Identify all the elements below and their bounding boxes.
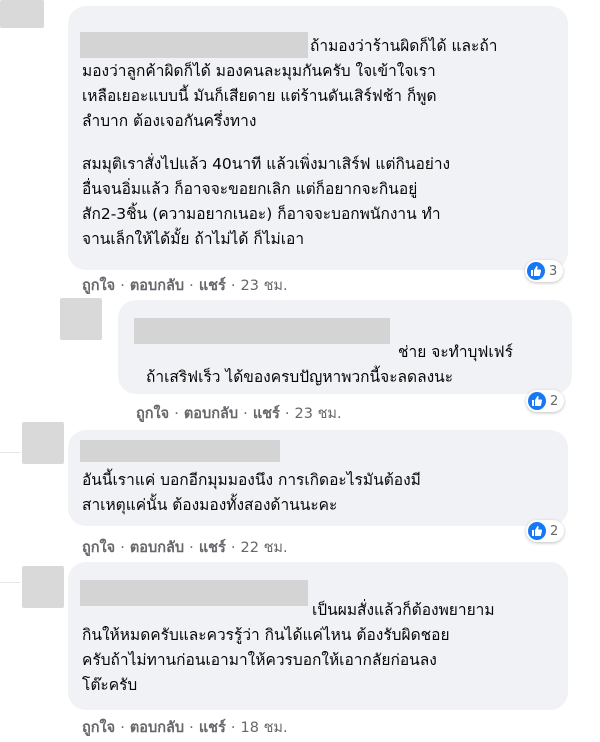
separator: · bbox=[189, 720, 194, 736]
share-link[interactable]: แชร์ bbox=[199, 720, 226, 736]
comment-text: ถ้ามองว่าร้านผิดก็ได้ และถ้า มองว่าลูกค้… bbox=[82, 37, 498, 130]
avatar[interactable] bbox=[60, 298, 102, 340]
reply-link[interactable]: ตอบกลับ bbox=[130, 278, 184, 294]
divider bbox=[0, 582, 20, 583]
reply-link[interactable]: ตอบกลับ bbox=[130, 720, 184, 736]
share-link[interactable]: แชร์ bbox=[253, 406, 280, 422]
reaction-count[interactable]: 2 bbox=[526, 520, 565, 542]
comment-actions: ถูกใจ · ตอบกลับ · แชร์ · 23 ชม. bbox=[136, 402, 342, 425]
separator: · bbox=[243, 406, 248, 422]
comment-text: เป็นผมสั่งแล้วก็ต้องพยายาม กินให้หมดครับ… bbox=[82, 601, 495, 694]
timestamp[interactable]: 22 ชม. bbox=[241, 540, 288, 556]
comment-text: สมมุติเราสั่งไปแล้ว 40นาที แล้วเพิ่งมาเส… bbox=[82, 155, 451, 248]
separator: · bbox=[120, 540, 125, 556]
comment-text: อันนี้เราแค่ บอกอีกมุมมองนึง การเกิดอะไร… bbox=[82, 471, 421, 514]
separator: · bbox=[230, 278, 236, 294]
like-link[interactable]: ถูกใจ bbox=[82, 720, 115, 736]
timestamp[interactable]: 23 ชม. bbox=[241, 278, 288, 294]
comment-actions: ถูกใจ · ตอบกลับ · แชร์ · 22 ชม. bbox=[82, 536, 288, 559]
reaction-number: 2 bbox=[550, 393, 559, 409]
divider bbox=[0, 452, 20, 453]
reply-link[interactable]: ตอบกลับ bbox=[184, 406, 238, 422]
separator: · bbox=[189, 278, 194, 294]
share-link[interactable]: แชร์ bbox=[199, 540, 226, 556]
separator: · bbox=[230, 720, 236, 736]
timestamp[interactable]: 18 ชม. bbox=[241, 720, 288, 736]
like-link[interactable]: ถูกใจ bbox=[82, 278, 115, 294]
avatar[interactable] bbox=[22, 566, 64, 608]
like-icon bbox=[528, 392, 546, 410]
comment-actions: ถูกใจ · ตอบกลับ · แชร์ · 23 ชม. bbox=[82, 274, 288, 297]
reaction-number: 2 bbox=[550, 523, 559, 539]
comment-text: ช่าย จะทำบุฟเฟร์ ถ้าเสริฟเร็ว ได้ของครบป… bbox=[146, 343, 513, 386]
separator: · bbox=[120, 278, 125, 294]
separator: · bbox=[284, 406, 290, 422]
reaction-number: 3 bbox=[549, 263, 558, 279]
timestamp[interactable]: 23 ชม. bbox=[295, 406, 342, 422]
like-icon bbox=[527, 262, 545, 280]
reaction-count[interactable]: 2 bbox=[526, 390, 565, 412]
like-icon bbox=[528, 522, 546, 540]
reply-link[interactable]: ตอบกลับ bbox=[130, 540, 184, 556]
share-link[interactable]: แชร์ bbox=[199, 278, 226, 294]
reaction-count[interactable]: 3 bbox=[525, 260, 564, 282]
commenter-name[interactable] bbox=[80, 440, 280, 462]
avatar[interactable] bbox=[0, 0, 44, 28]
separator: · bbox=[189, 540, 194, 556]
like-link[interactable]: ถูกใจ bbox=[82, 540, 115, 556]
avatar[interactable] bbox=[22, 422, 64, 464]
like-link[interactable]: ถูกใจ bbox=[136, 406, 169, 422]
separator: · bbox=[230, 540, 236, 556]
comment-actions: ถูกใจ · ตอบกลับ · แชร์ · 18 ชม. bbox=[82, 716, 288, 739]
separator: · bbox=[174, 406, 179, 422]
separator: · bbox=[120, 720, 125, 736]
